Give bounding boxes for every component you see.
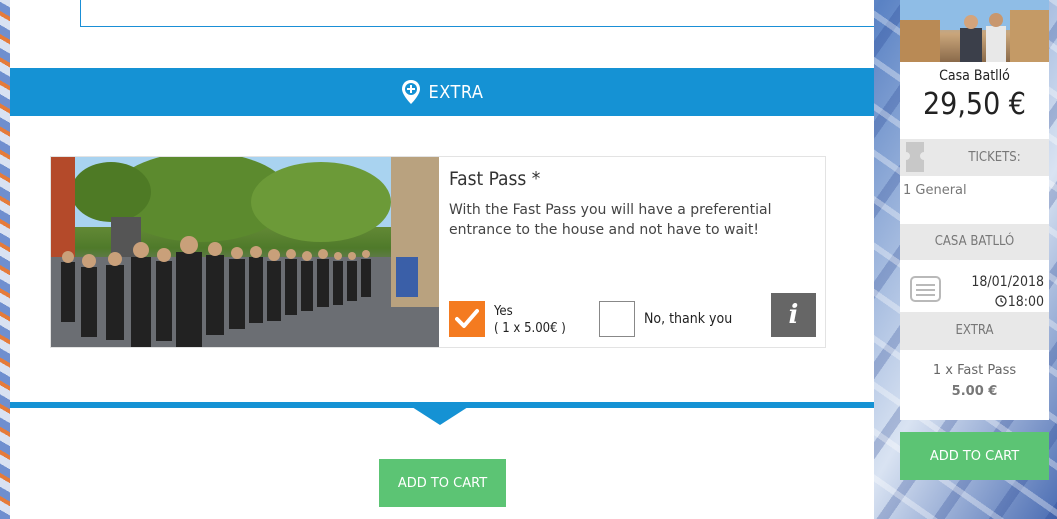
- divider-arrow-icon: [412, 407, 468, 425]
- sidebar-time: 18:00: [1007, 294, 1044, 310]
- extra-label: EXTRA: [955, 323, 994, 338]
- fast-pass-no-label[interactable]: No, thank you: [644, 311, 732, 327]
- extra-item-price: 5.00 €: [951, 384, 998, 399]
- tickets-value: 1 General: [903, 183, 967, 198]
- yes-price: ( 1 x 5.00€ ): [494, 321, 566, 336]
- cart-summary-sidebar: Casa Batlló 29,50 € TICKETS: 1 General C…: [900, 0, 1049, 420]
- previous-section-box: [80, 0, 874, 27]
- sidebar-photo: [900, 0, 1049, 62]
- sidebar-venue-name: Casa Batlló: [939, 68, 1010, 84]
- fast-pass-title: Fast Pass *: [449, 168, 541, 190]
- fast-pass-description: With the Fast Pass you will have a prefe…: [449, 202, 772, 238]
- sidebar-date-time: 18/01/2018 18:00: [960, 272, 1044, 312]
- main-panel: EXTRA Fast Pass * With the Fast Pass you…: [10, 0, 874, 519]
- sidebar-extra-item: 1 x Fast Pass 5.00 €: [900, 360, 1049, 402]
- add-to-cart-button[interactable]: ADD TO CART: [379, 459, 506, 507]
- extra-item-name: 1 x Fast Pass: [932, 363, 1017, 378]
- check-icon: [455, 309, 479, 328]
- sidebar-add-to-cart-button[interactable]: ADD TO CART: [900, 432, 1049, 480]
- yes-text: Yes: [494, 304, 513, 319]
- visitors-image: [900, 0, 1049, 62]
- fast-pass-no-checkbox[interactable]: [599, 301, 635, 337]
- extra-section-title: EXTRA: [428, 81, 484, 103]
- location-plus-icon: [401, 80, 420, 104]
- calendar-icon: [910, 276, 941, 302]
- info-button[interactable]: i: [771, 293, 816, 337]
- background-mosaic-left: [0, 0, 10, 519]
- tickets-label: TICKETS:: [968, 150, 1021, 165]
- venue-label: CASA BATLLÓ: [934, 234, 1015, 249]
- venue-band: CASA BATLLÓ: [900, 224, 1049, 260]
- extra-band: EXTRA: [900, 312, 1049, 350]
- fast-pass-yes-checkbox[interactable]: [449, 301, 485, 337]
- clock-icon: [995, 295, 1007, 307]
- extra-section-header: EXTRA: [10, 68, 874, 116]
- sidebar-time-row: 18:00: [960, 292, 1044, 312]
- ticket-icon: [906, 142, 924, 172]
- fast-pass-yes-label[interactable]: Yes ( 1 x 5.00€ ): [494, 303, 566, 337]
- queue-street-image: [51, 157, 439, 347]
- fast-pass-card: Fast Pass * With the Fast Pass you will …: [50, 156, 826, 348]
- sidebar-price: 29,50 €: [923, 87, 1026, 122]
- fast-pass-photo: [51, 157, 439, 347]
- sidebar-date: 18/01/2018: [971, 274, 1044, 290]
- info-icon: i: [788, 300, 799, 330]
